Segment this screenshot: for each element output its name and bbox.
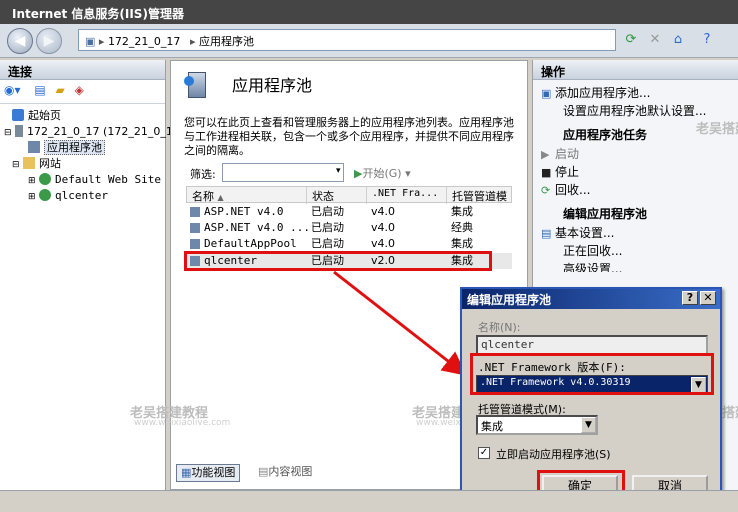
app-pool-icon — [190, 223, 200, 233]
connect-icon[interactable]: ◉▾ — [4, 83, 21, 97]
table-row[interactable]: DefaultAppPool 已启动 v4.0 集成 — [186, 236, 512, 252]
name-field: qlcenter — [476, 335, 708, 355]
features-view-icon: ▦ — [181, 466, 192, 479]
folder-icon[interactable]: ▰ — [56, 83, 65, 97]
name-label: 名称(N): — [478, 321, 521, 334]
app-pool-icon — [190, 239, 200, 249]
app-pool-icon — [28, 141, 40, 153]
start-filter-button[interactable]: ▶开始(G) ▾ — [354, 165, 411, 181]
back-button[interactable]: ◀ — [7, 28, 33, 54]
add-pool-icon: ▣ — [541, 87, 552, 100]
server-icon — [15, 125, 24, 137]
help-icon[interactable]: ? — [698, 31, 716, 49]
tree-start-page[interactable]: 起始页 — [0, 108, 165, 124]
action-start[interactable]: ▶ 启动 — [533, 145, 738, 163]
page-description: 您可以在此页上查看和管理服务器上的应用程序池列表。应用程序池与工作进程相关联，包… — [184, 116, 514, 157]
address-page[interactable]: 应用程序池 — [199, 35, 254, 48]
action-advanced[interactable]: 高级设置... — [533, 260, 738, 272]
globe-icon — [39, 189, 52, 201]
actions-header: 操作 — [533, 60, 738, 80]
action-basic-settings[interactable]: ▤ 基本设置... — [533, 224, 738, 242]
edit-app-pool-dialog: 编辑应用程序池 ? ✕ 名称(N): qlcenter .NET Framewo… — [460, 287, 722, 510]
watermark-url: www.weixiaolive.com — [134, 418, 231, 428]
home-icon[interactable]: ⌂ — [669, 31, 687, 49]
settings-icon: ▤ — [541, 227, 552, 240]
col-pipeline[interactable]: 托管管道模 — [447, 187, 513, 204]
tab-features-view[interactable]: ▦功能视图 — [176, 464, 241, 482]
dialog-close-button[interactable]: ✕ — [700, 291, 716, 305]
disconnect-icon[interactable]: ◈ — [75, 83, 84, 97]
content-view-icon: ▤ — [258, 465, 269, 478]
tree-site-default[interactable]: ⊞ Default Web Site — [0, 172, 165, 188]
filter-dropdown-icon[interactable]: ▾ — [336, 166, 341, 176]
action-recycling[interactable]: 正在回收... — [533, 242, 738, 260]
col-framework[interactable]: .NET Fra... — [367, 187, 447, 204]
connections-header: 连接 — [0, 60, 165, 80]
status-bar — [0, 490, 738, 512]
tree-app-pools[interactable]: 应用程序池 — [0, 140, 165, 156]
pipeline-select[interactable]: 集成 — [476, 415, 598, 435]
refresh-icon[interactable]: ⟳ — [622, 31, 640, 49]
tree-server[interactable]: ⊟ 172_21_0_17 (172_21_0_1 — [0, 124, 173, 140]
table-row[interactable]: ASP.NET v4.0 已启动 v4.0 集成 — [186, 204, 512, 220]
connections-toolbar: ◉▾ ▤ ▰ ◈ — [0, 80, 165, 104]
page-title: 应用程序池 — [232, 76, 313, 95]
edit-header: 编辑应用程序池 — [563, 207, 648, 221]
address-host[interactable]: 172_21_0_17 — [108, 35, 181, 48]
app-pool-icon — [190, 207, 200, 217]
col-name[interactable]: 名称 ▲ — [187, 187, 307, 204]
chevron-down-icon[interactable]: ▼ — [581, 417, 596, 433]
tree-sites[interactable]: ⊟ 网站 — [0, 156, 165, 172]
window-title: Internet 信息服务(IIS)管理器 — [0, 0, 738, 24]
autostart-checkbox[interactable]: ✓ — [478, 447, 490, 459]
list-header: 名称 ▲ 状态 .NET Fra... 托管管道模 — [186, 186, 513, 204]
action-add-pool[interactable]: ▣ 添加应用程序池... — [533, 84, 738, 102]
col-status[interactable]: 状态 — [307, 187, 367, 204]
action-stop[interactable]: ■ 停止 — [533, 163, 738, 181]
address-separator: ▸ — [98, 35, 105, 48]
app-pool-large-icon — [184, 72, 214, 104]
server-icon: ▣ — [85, 35, 96, 48]
filter-label: 筛选: — [190, 168, 216, 181]
table-row[interactable]: ASP.NET v4.0 ... 已启动 v4.0 经典 — [186, 220, 512, 236]
forward-button[interactable]: ▶ — [36, 28, 62, 54]
dialog-help-button[interactable]: ? — [682, 291, 698, 305]
globe-icon — [39, 173, 52, 185]
stop-square-icon: ■ — [541, 166, 552, 179]
stop-icon[interactable]: ✕ — [646, 31, 664, 49]
watermark-text: 老吴搭建教程 — [696, 122, 738, 137]
recycle-icon: ⟳ — [541, 184, 551, 197]
tree-site-qlcenter[interactable]: ⊞ qlcenter — [0, 188, 165, 204]
autostart-label: 立即启动应用程序池(S) — [496, 448, 611, 461]
highlight-framework — [470, 353, 714, 395]
sites-folder-icon — [23, 157, 36, 169]
address-bar[interactable]: ▣ ▸ 172_21_0_17 ▸ 应用程序池 — [78, 29, 616, 51]
highlight-qlcenter-row — [184, 251, 492, 271]
save-icon[interactable]: ▤ — [34, 83, 45, 97]
play-icon: ▶ — [541, 148, 550, 161]
start-page-icon — [12, 109, 24, 121]
filter-input[interactable] — [222, 163, 344, 182]
tab-content-view[interactable]: ▤内容视图 — [254, 464, 316, 482]
action-recycle[interactable]: ⟳ 回收... — [533, 181, 738, 199]
